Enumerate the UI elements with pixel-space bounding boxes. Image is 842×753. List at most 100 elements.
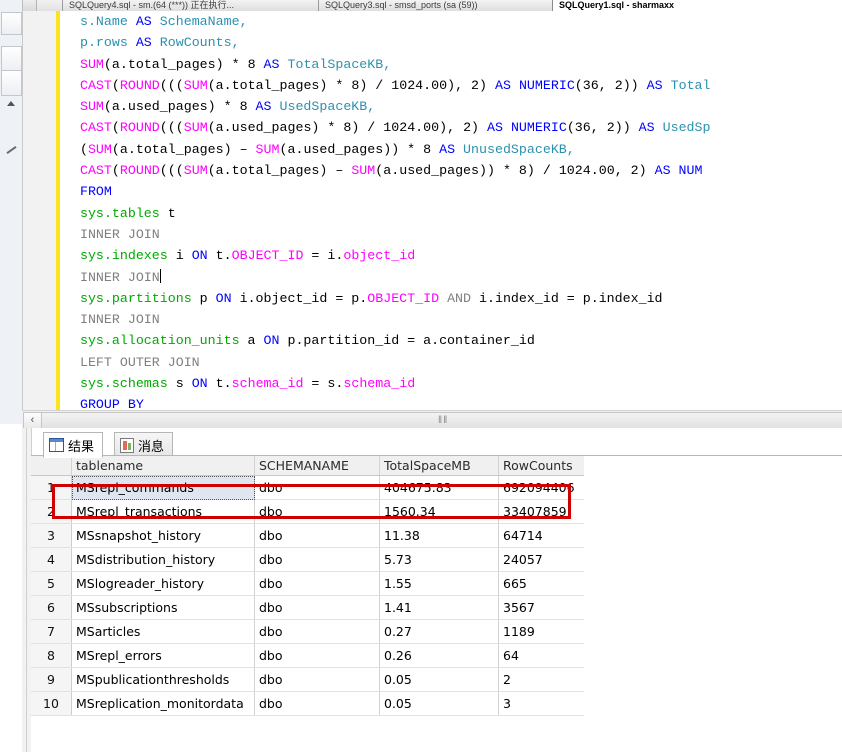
cell-tablename[interactable]: MSpublicationthresholds	[71, 667, 255, 692]
column-header-totalspacemb[interactable]: TotalSpaceMB	[379, 456, 499, 476]
table-row[interactable]: 7 MSarticles dbo 0.27 1189	[31, 619, 596, 644]
code-token: ON	[191, 376, 208, 392]
scrollbar-grip-icon: ‖‖	[438, 415, 449, 426]
code-token: SUM	[351, 163, 376, 179]
cell-totalspacemb[interactable]: 0.26	[379, 643, 499, 668]
cell-totalspacemb[interactable]: 1560.34	[379, 499, 499, 524]
code-token: t.	[207, 376, 232, 392]
cell-tablename[interactable]: MSdistribution_history	[71, 547, 255, 572]
cell-tablename[interactable]: MSarticles	[71, 619, 255, 644]
cell-schemaname[interactable]: dbo	[254, 547, 380, 572]
dock-button-pin[interactable]	[1, 70, 22, 154]
code-token: object_id	[343, 248, 416, 264]
cell-tablename[interactable]: MSrepl_errors	[71, 643, 255, 668]
grid-corner-cell[interactable]	[31, 456, 72, 476]
cell-tablename[interactable]: MSrepl_transactions	[71, 499, 255, 524]
code-line: sys.indexes i ON t.OBJECT_ID = i.object_…	[60, 245, 842, 266]
code-token: (	[64, 141, 88, 157]
dock-button-top[interactable]	[1, 12, 22, 35]
row-number-cell[interactable]: 5	[31, 571, 72, 596]
cell-rowcounts[interactable]: 665	[498, 571, 596, 596]
cell-rowcounts[interactable]: 24057	[498, 547, 596, 572]
code-token: ) /	[351, 120, 384, 136]
scrollbar-track[interactable]: ‖‖	[41, 412, 842, 430]
table-row[interactable]: 1 MSrepl_commands dbo 404675.83 692094406	[31, 475, 596, 500]
code-token: = s.	[303, 376, 344, 392]
table-row[interactable]: 8 MSrepl_errors dbo 0.26 64	[31, 643, 596, 668]
cell-tablename[interactable]: MSrepl_commands	[71, 475, 255, 500]
code-token: AS	[646, 77, 663, 93]
row-number-cell[interactable]: 1	[31, 475, 72, 500]
column-header-schemaname[interactable]: SCHEMANAME	[254, 456, 380, 476]
code-line: GROUP BY	[60, 394, 842, 410]
cell-tablename[interactable]: MSsubscriptions	[71, 595, 255, 620]
column-header-tablename[interactable]: tablename	[71, 456, 255, 476]
column-header-rowcounts[interactable]: RowCounts	[498, 456, 596, 476]
row-number-cell[interactable]: 10	[31, 691, 72, 716]
cell-tablename[interactable]: MSlogreader_history	[71, 571, 255, 596]
sql-code-text[interactable]: s.Name AS SchemaName, p.rows AS RowCount…	[60, 11, 842, 410]
table-row[interactable]: 10 MSreplication_monitordata dbo 0.05 3	[31, 691, 596, 716]
cell-rowcounts[interactable]: 64714	[498, 523, 596, 548]
table-row[interactable]: 9 MSpublicationthresholds dbo 0.05 2	[31, 667, 596, 692]
cell-rowcounts[interactable]: 3567	[498, 595, 596, 620]
editor-horizontal-scrollbar[interactable]: ‹ ‖‖	[22, 410, 842, 430]
code-token: = i.	[303, 248, 344, 264]
messages-tab[interactable]: 消息	[114, 432, 174, 457]
code-token: 8	[518, 163, 527, 179]
table-row[interactable]: 3 MSsnapshot_history dbo 11.38 64714	[31, 523, 596, 548]
cell-rowcounts[interactable]: 64	[498, 643, 596, 668]
code-token: INNER JOIN	[79, 269, 160, 285]
cell-schemaname[interactable]: dbo	[254, 619, 380, 644]
results-tab[interactable]: 结果	[43, 432, 104, 458]
row-number-cell[interactable]: 9	[31, 667, 72, 692]
results-grid[interactable]: tablename SCHEMANAME TotalSpaceMB RowCou…	[31, 456, 596, 716]
cell-schemaname[interactable]: dbo	[254, 667, 380, 692]
cell-totalspacemb[interactable]: 0.05	[379, 691, 499, 716]
cell-rowcounts[interactable]: 33407859	[498, 499, 596, 524]
code-token: RowCounts,	[151, 35, 240, 51]
cell-rowcounts[interactable]: 2	[498, 667, 596, 692]
editor-tab-2[interactable]: SQLQuery1.sql - sharmaxx	[552, 0, 842, 11]
results-grid-container[interactable]: tablename SCHEMANAME TotalSpaceMB RowCou…	[31, 455, 842, 753]
table-row[interactable]: 2 MSrepl_transactions dbo 1560.34 33407859	[31, 499, 596, 524]
cell-schemaname[interactable]: dbo	[254, 499, 380, 524]
cell-totalspacemb[interactable]: 0.27	[379, 619, 499, 644]
cell-schemaname[interactable]: dbo	[254, 595, 380, 620]
code-token: 8	[423, 141, 432, 157]
row-number-cell[interactable]: 2	[31, 499, 72, 524]
code-token: sys.indexes	[79, 248, 168, 264]
cell-totalspacemb[interactable]: 0.05	[379, 667, 499, 692]
cell-totalspacemb[interactable]: 1.55	[379, 571, 499, 596]
dock-button-expand[interactable]	[1, 46, 22, 106]
code-token: (((	[159, 120, 184, 136]
cell-tablename[interactable]: MSsnapshot_history	[71, 523, 255, 548]
table-row[interactable]: 5 MSlogreader_history dbo 1.55 665	[31, 571, 596, 596]
cell-totalspacemb[interactable]: 404675.83	[379, 475, 499, 500]
cell-schemaname[interactable]: dbo	[254, 691, 380, 716]
cell-rowcounts[interactable]: 3	[498, 691, 596, 716]
row-number-cell[interactable]: 6	[31, 595, 72, 620]
table-row[interactable]: 4 MSdistribution_history dbo 5.73 24057	[31, 547, 596, 572]
cell-rowcounts[interactable]: 1189	[498, 619, 596, 644]
cell-totalspacemb[interactable]: 5.73	[379, 547, 499, 572]
code-token: ON	[215, 290, 232, 306]
sql-editor[interactable]: s.Name AS SchemaName, p.rows AS RowCount…	[22, 11, 842, 410]
row-number-cell[interactable]: 8	[31, 643, 72, 668]
code-token: (a.total_pages)	[111, 141, 240, 157]
cell-schemaname[interactable]: dbo	[254, 643, 380, 668]
row-number-cell[interactable]: 7	[31, 619, 72, 644]
cell-tablename[interactable]: MSreplication_monitordata	[71, 691, 255, 716]
cell-schemaname[interactable]: dbo	[254, 571, 380, 596]
cell-schemaname[interactable]: dbo	[254, 475, 380, 500]
table-row[interactable]: 6 MSsubscriptions dbo 1.41 3567	[31, 595, 596, 620]
cell-totalspacemb[interactable]: 1.41	[379, 595, 499, 620]
cell-totalspacemb[interactable]: 11.38	[379, 523, 499, 548]
row-number-cell[interactable]: 4	[31, 547, 72, 572]
code-token: ,	[590, 120, 607, 136]
cell-schemaname[interactable]: dbo	[254, 523, 380, 548]
cell-rowcounts[interactable]: 692094406	[498, 475, 596, 500]
row-number-cell[interactable]: 3	[31, 523, 72, 548]
